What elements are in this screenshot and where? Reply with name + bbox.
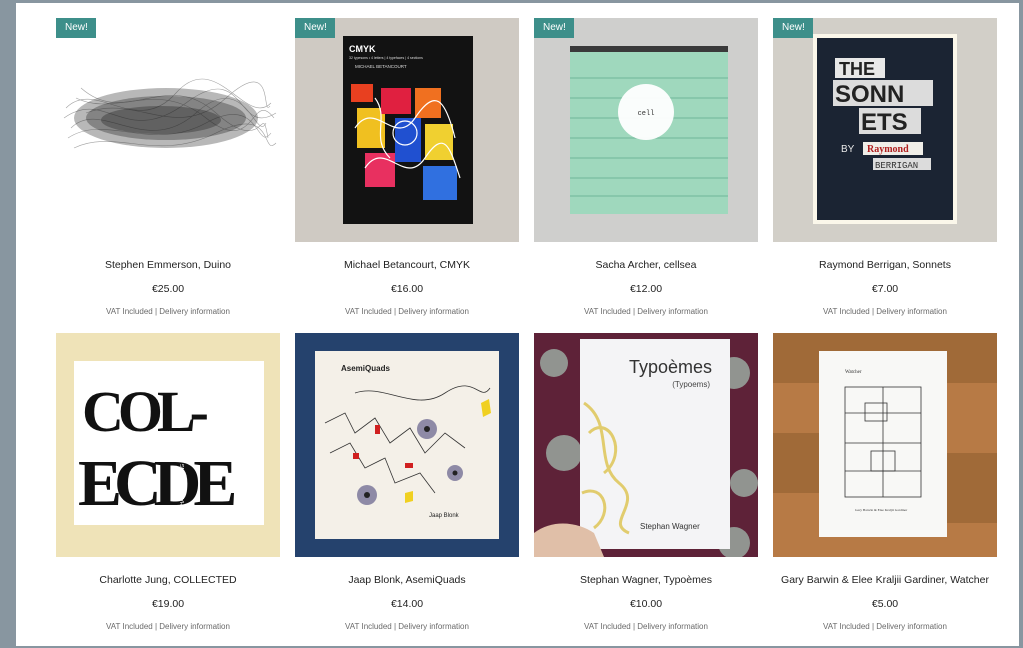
new-badge: New! [56, 18, 96, 38]
product-image-collected[interactable]: COL- ECDE CHARLOTTE JUNG [56, 333, 280, 557]
delivery-info-link[interactable]: Delivery information [876, 622, 947, 631]
shop-page: New! Stephen Emmerson, Duino €25.00 VAT … [16, 3, 1019, 646]
product-meta: VAT Included | Delivery information [823, 622, 947, 631]
delivery-info-link[interactable]: Delivery information [159, 622, 230, 631]
product-card: New! Stephen Emmerson, Duino €25.00 VAT … [56, 18, 280, 333]
product-meta: VAT Included | Delivery information [106, 622, 230, 631]
product-price: €14.00 [390, 598, 424, 610]
vat-label: VAT Included [106, 307, 153, 316]
product-grid: New! Stephen Emmerson, Duino €25.00 VAT … [56, 18, 997, 648]
vat-label: VAT Included [345, 622, 392, 631]
cover-title: CMYK [349, 44, 376, 54]
product-card: cell New! Sacha Archer, cellsea €12.00 V… [534, 18, 758, 333]
cover-name2: BERRIGAN [875, 161, 918, 171]
delivery-info-link[interactable]: Delivery information [398, 307, 469, 316]
cover-word: cell [638, 110, 655, 118]
product-meta: VAT Included | Delivery information [823, 307, 947, 316]
product-price: €10.00 [629, 598, 663, 610]
product-title[interactable]: Charlotte Jung, COLLECTED [56, 574, 280, 586]
delivery-info-link[interactable]: Delivery information [637, 622, 708, 631]
cover-by: BY [841, 144, 855, 155]
cover-author: CHARLOTTE JUNG [180, 464, 186, 509]
vat-label: VAT Included [823, 307, 870, 316]
new-badge: New! [534, 18, 574, 38]
cover-title: Watcher [845, 370, 862, 375]
product-card: COL- ECDE CHARLOTTE JUNG Charlotte Jung,… [56, 333, 280, 648]
cover-line2: SONN [835, 81, 904, 108]
vat-label: VAT Included [584, 622, 631, 631]
delivery-info-link[interactable]: Delivery information [159, 307, 230, 316]
product-price: €7.00 [871, 283, 899, 295]
product-title[interactable]: Stephan Wagner, Typoèmes [534, 574, 758, 586]
cover-title: AsemiQuads [341, 364, 390, 373]
delivery-info-link[interactable]: Delivery information [876, 307, 947, 316]
product-card: THE SONN ETS BY Raymond BERRIGAN New! Ra… [773, 18, 997, 333]
product-meta: VAT Included | Delivery information [345, 622, 469, 631]
sea-cover: cell [534, 18, 758, 242]
cover-subtitle: (Typoems) [672, 380, 710, 389]
collected-cover: COL- ECDE CHARLOTTE JUNG [56, 333, 280, 557]
cover-line1: THE [839, 59, 875, 79]
cover-top: COL- [82, 379, 208, 444]
product-image-cellsea[interactable]: cell New! [534, 18, 758, 242]
product-meta: VAT Included | Delivery information [584, 307, 708, 316]
product-title[interactable]: Gary Barwin & Elee Kraljii Gardiner, Wat… [773, 574, 997, 586]
cover-author: Stephan Wagner [640, 522, 700, 531]
new-badge: New! [295, 18, 335, 38]
product-meta: VAT Included | Delivery information [584, 622, 708, 631]
product-title[interactable]: Sacha Archer, cellsea [534, 259, 758, 271]
product-image-asemiquads[interactable]: AsemiQuads Jaap Blonk [295, 333, 519, 557]
cover-bottom: ECDE [78, 447, 234, 520]
product-card: AsemiQuads Jaap Blonk Jaap Blonk, AsemiQ… [295, 333, 519, 648]
product-price: €12.00 [629, 283, 663, 295]
asemiquads-cover: AsemiQuads Jaap Blonk [295, 333, 519, 557]
cover-line3: ETS [861, 109, 908, 136]
new-badge: New! [773, 18, 813, 38]
product-image-typoemes[interactable]: Typoèmes (Typoems) Stephan Wagner [534, 333, 758, 557]
product-meta: VAT Included | Delivery information [106, 307, 230, 316]
delivery-info-link[interactable]: Delivery information [637, 307, 708, 316]
product-image-sonnets[interactable]: THE SONN ETS BY Raymond BERRIGAN New! [773, 18, 997, 242]
product-title[interactable]: Jaap Blonk, AsemiQuads [295, 574, 519, 586]
cmyk-cover: CMYK 32 typesons • 4 letters | 4 typefac… [295, 18, 519, 242]
product-meta: VAT Included | Delivery information [345, 307, 469, 316]
vat-label: VAT Included [106, 622, 153, 631]
product-card: Typoèmes (Typoems) Stephan Wagner Stepha… [534, 333, 758, 648]
product-price: €25.00 [151, 283, 185, 295]
product-card: Watcher Gary Barwin & Elee Kraljii Gardi… [773, 333, 997, 648]
typoemes-cover: Typoèmes (Typoems) Stephan Wagner [534, 333, 758, 557]
product-title[interactable]: Raymond Berrigan, Sonnets [773, 259, 997, 271]
vat-label: VAT Included [823, 622, 870, 631]
product-title[interactable]: Michael Betancourt, CMYK [295, 259, 519, 271]
product-price: €16.00 [390, 283, 424, 295]
product-price: €19.00 [151, 598, 185, 610]
product-image-watcher[interactable]: Watcher Gary Barwin & Elee Kraljii Gardi… [773, 333, 997, 557]
product-image-duino[interactable]: New! [56, 18, 280, 242]
product-price: €5.00 [871, 598, 899, 610]
vat-label: VAT Included [345, 307, 392, 316]
vat-label: VAT Included [584, 307, 631, 316]
cover-author: Gary Barwin & Elee Kraljii Gardiner [855, 508, 908, 512]
cover-name1: Raymond [867, 144, 909, 155]
cover-subtitle: 32 typesons • 4 letters | 4 typefaces | … [349, 56, 423, 60]
delivery-info-link[interactable]: Delivery information [398, 622, 469, 631]
cover-author: Jaap Blonk [429, 513, 460, 519]
product-card: CMYK 32 typesons • 4 letters | 4 typefac… [295, 18, 519, 333]
cover-author: MICHAEL BETANCOURT [355, 64, 407, 69]
cover-title: Typoèmes [629, 357, 712, 377]
sonnets-cover: THE SONN ETS BY Raymond BERRIGAN [773, 18, 997, 242]
watcher-cover: Watcher Gary Barwin & Elee Kraljii Gardi… [773, 333, 997, 557]
product-title[interactable]: Stephen Emmerson, Duino [56, 259, 280, 271]
product-image-cmyk[interactable]: CMYK 32 typesons • 4 letters | 4 typefac… [295, 18, 519, 242]
scribble-cover [56, 18, 280, 242]
